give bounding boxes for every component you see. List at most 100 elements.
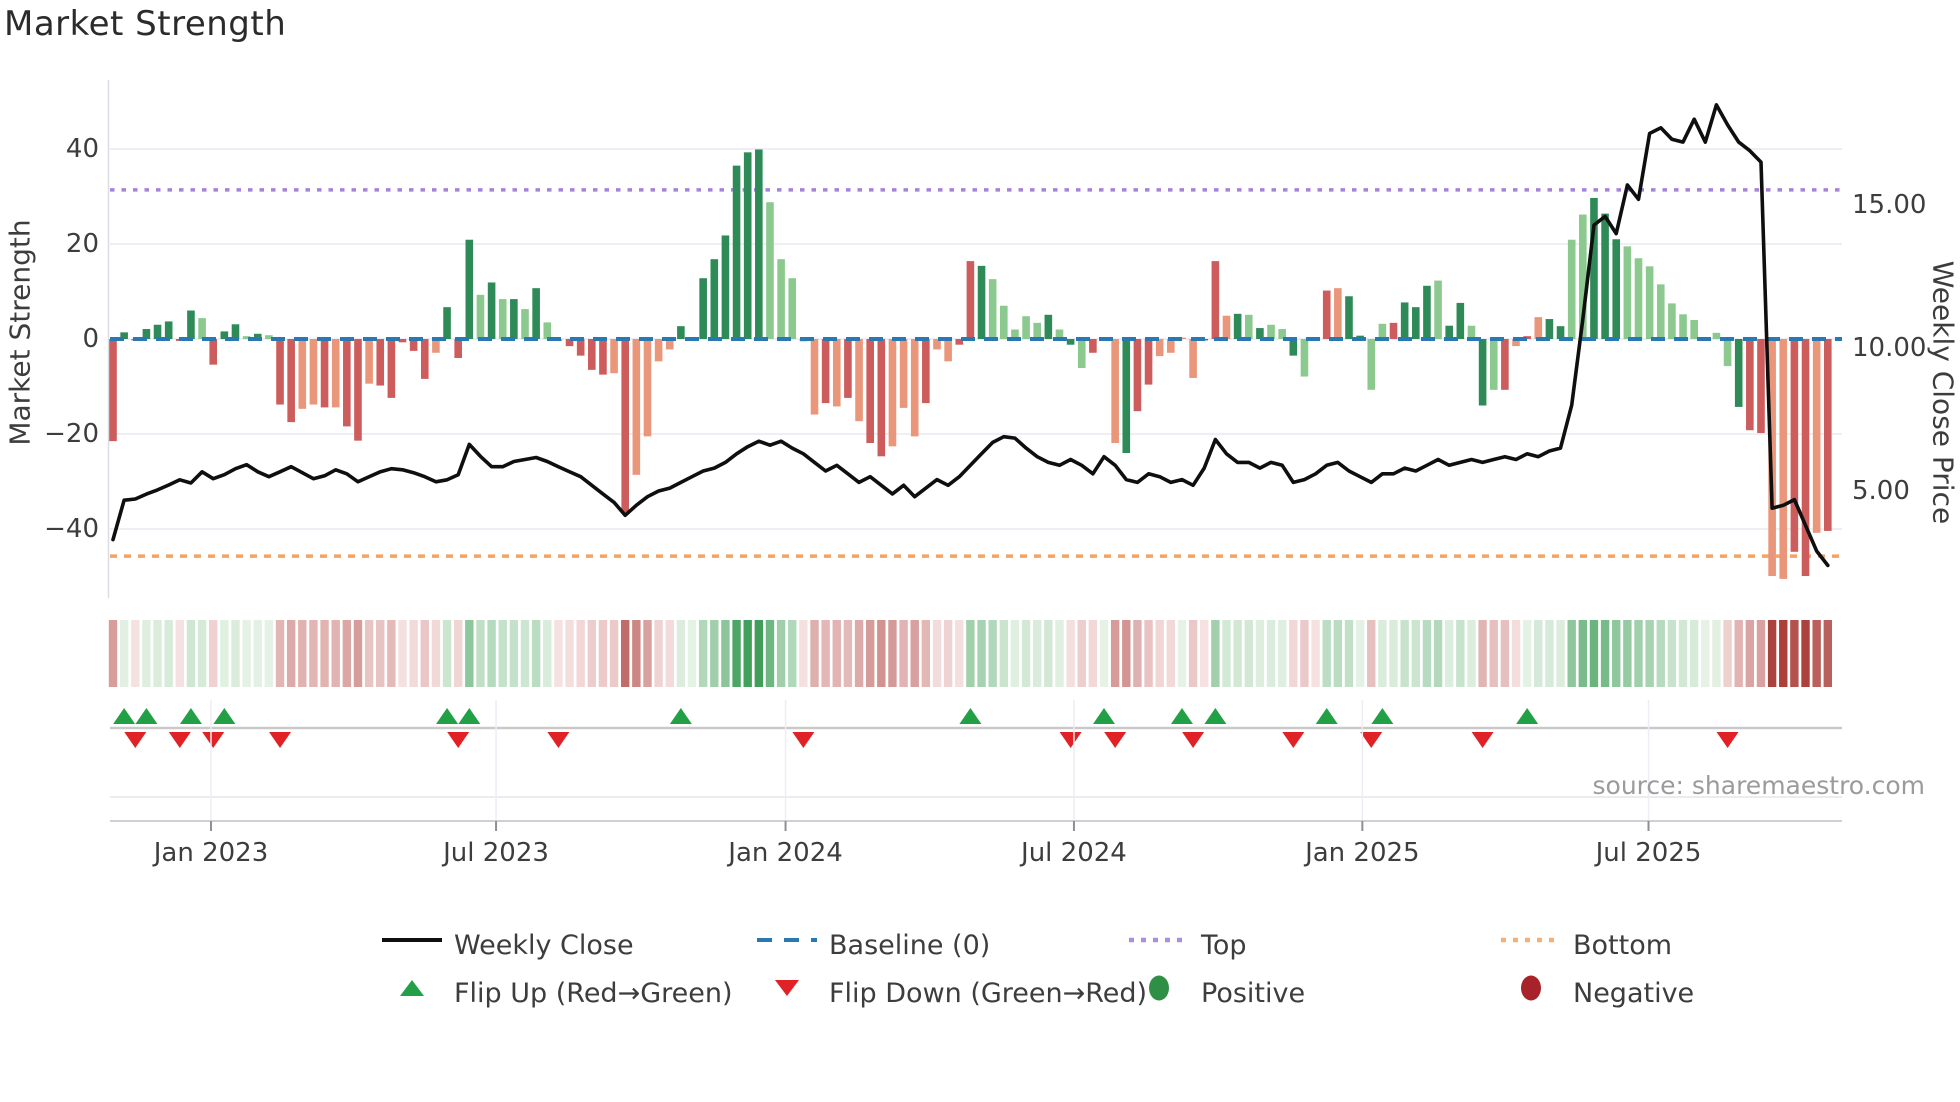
heatmap-cell xyxy=(376,620,385,687)
legend-bottom: Bottom xyxy=(1497,925,1672,965)
strength-bar xyxy=(1634,258,1643,339)
strength-bar xyxy=(1233,313,1242,339)
strength-bar xyxy=(387,339,396,398)
strength-bar xyxy=(487,282,496,339)
weekly-close-line-swatch xyxy=(378,930,446,960)
flip-down-marker xyxy=(1059,732,1082,748)
strength-bar xyxy=(1656,284,1665,339)
heatmap-cell xyxy=(598,620,608,687)
strength-bar xyxy=(465,239,474,339)
heatmap-cell xyxy=(1556,620,1565,687)
strength-bar xyxy=(1022,316,1030,339)
heatmap-cell xyxy=(1277,620,1287,687)
strength-bar xyxy=(1000,305,1008,339)
legend-negative: Negative xyxy=(1497,973,1694,1013)
heatmap-cell xyxy=(1400,620,1409,687)
strength-bar xyxy=(343,339,351,427)
heatmap-cell xyxy=(1689,620,1699,687)
flip-down-marker xyxy=(792,732,815,748)
heatmap-cell xyxy=(1010,620,1020,687)
heatmap-cell xyxy=(1656,620,1665,687)
flip-down-marker xyxy=(1282,732,1305,748)
heatmap-cell xyxy=(175,620,185,687)
heatmap-cell xyxy=(943,620,953,687)
heatmap-cell xyxy=(1779,620,1788,687)
flip-up-marker xyxy=(1516,708,1539,724)
strength-bar xyxy=(331,339,340,408)
heatmap-cell xyxy=(1745,620,1755,687)
legend-flip-down: Flip Down (Green→Red) xyxy=(753,973,1147,1013)
heatmap-cell xyxy=(487,620,496,687)
strength-bar xyxy=(521,309,529,339)
flip-down-marker xyxy=(124,732,147,748)
strength-bar xyxy=(1812,339,1821,533)
strength-bar xyxy=(1478,339,1487,406)
strength-bar xyxy=(710,259,719,339)
heatmap-cell xyxy=(966,620,975,687)
flip-down-marker xyxy=(1182,732,1205,748)
strength-bar xyxy=(810,339,819,415)
strength-bar xyxy=(1501,339,1509,390)
strength-bar xyxy=(365,339,373,384)
strength-bar xyxy=(588,339,596,370)
strength-bar xyxy=(1378,323,1387,339)
strength-bar xyxy=(309,339,318,405)
heatmap-cell xyxy=(1110,620,1120,687)
legend-label: Positive xyxy=(1201,977,1306,1009)
heatmap-cell xyxy=(431,620,441,687)
heatmap-cell xyxy=(1734,620,1743,687)
flip-up-marker xyxy=(135,708,158,724)
strength-bar xyxy=(1534,317,1543,339)
flip-down-marker xyxy=(1471,732,1494,748)
strength-bar xyxy=(432,339,440,353)
heatmap-cell xyxy=(587,620,597,687)
heatmap-cell xyxy=(721,620,730,687)
heatmap-cell xyxy=(331,620,340,687)
heatmap-cell xyxy=(754,620,764,687)
heatmap-cell xyxy=(1411,620,1420,687)
strength-bar xyxy=(866,339,874,444)
heatmap-cell xyxy=(698,620,708,687)
heatmap-cell xyxy=(676,620,686,687)
heatmap-cell xyxy=(1701,620,1710,687)
strength-bar xyxy=(153,324,162,339)
heatmap-cell xyxy=(1033,620,1042,687)
heatmap-cell xyxy=(353,620,363,687)
strength-bar xyxy=(1590,197,1598,339)
legend-label: Bottom xyxy=(1573,929,1673,961)
strength-bar xyxy=(699,278,707,339)
heatmap-cell xyxy=(799,620,808,687)
strength-bar xyxy=(1567,239,1576,339)
heatmap-cell xyxy=(1433,620,1443,687)
strength-bar xyxy=(1746,339,1754,431)
heatmap-cell xyxy=(921,620,931,687)
heatmap-cell xyxy=(409,620,418,687)
strength-bar xyxy=(732,165,741,339)
heatmap-cell xyxy=(1289,620,1298,687)
flip-down-triangle-icon xyxy=(753,978,821,1008)
strength-bar xyxy=(643,339,652,437)
heatmap-cell xyxy=(632,620,641,687)
heatmap-cell xyxy=(131,620,140,687)
heatmap-cell xyxy=(1088,620,1098,687)
strength-bar xyxy=(1823,339,1832,531)
flip-down-marker xyxy=(547,732,570,748)
heatmap-cell xyxy=(1445,620,1454,687)
heatmap-cell xyxy=(1177,620,1187,687)
heatmap-cell xyxy=(209,620,218,687)
strength-bar xyxy=(1423,285,1431,339)
heatmap-cell xyxy=(810,620,819,687)
strength-bar xyxy=(1167,339,1175,353)
strength-bar xyxy=(855,339,863,422)
heatmap-cell xyxy=(1678,620,1688,687)
strength-bar xyxy=(476,294,485,339)
strength-bar xyxy=(888,339,897,447)
heatmap-cell xyxy=(220,620,229,687)
strength-bar xyxy=(877,339,886,457)
heatmap-cell xyxy=(242,620,251,687)
heatmap-cell xyxy=(1667,620,1677,687)
flip-up-marker xyxy=(1093,708,1116,724)
heatmap-cell xyxy=(1467,620,1476,687)
heatmap-cell xyxy=(1222,620,1231,687)
strength-bar xyxy=(1545,319,1554,339)
